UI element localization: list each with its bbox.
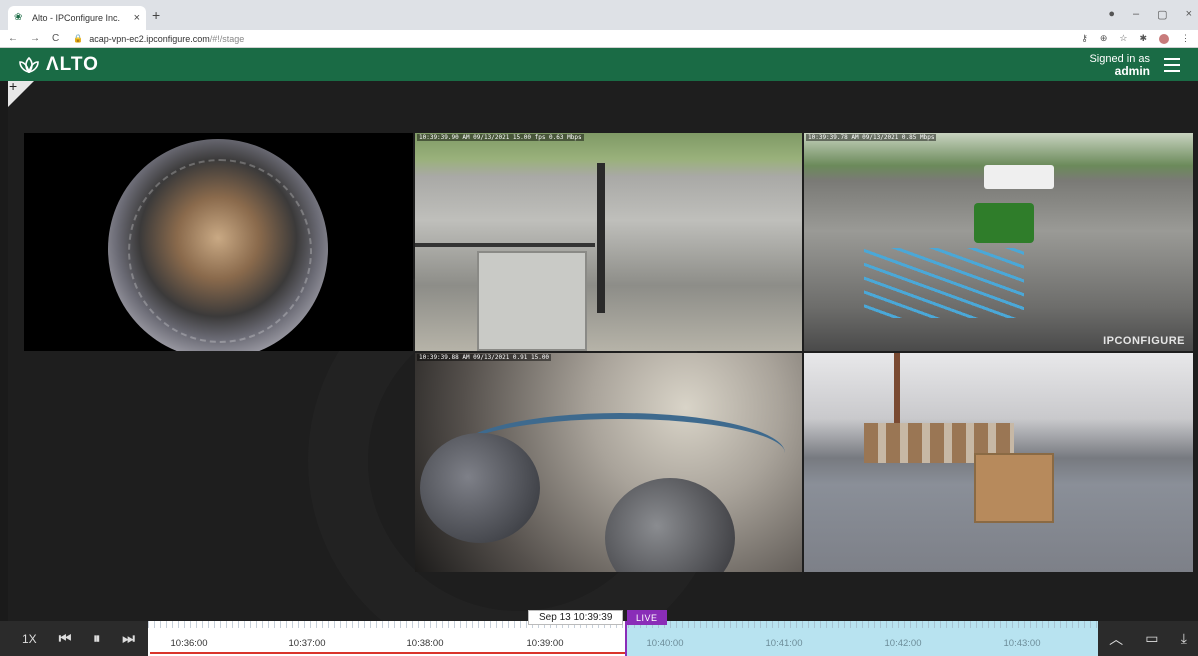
signed-in-label: Signed in as <box>1089 52 1150 65</box>
timeline-label: 10:39:00 <box>526 638 564 649</box>
green-tractor <box>974 203 1034 243</box>
menu-dots-icon[interactable]: ⋮ <box>1181 33 1190 44</box>
live-badge[interactable]: LIVE <box>627 610 667 625</box>
maximize-button[interactable]: ▢ <box>1157 8 1167 21</box>
forward-button[interactable]: → <box>30 33 40 44</box>
star-icon[interactable]: ☆ <box>1119 33 1127 44</box>
lock-icon[interactable]: 🔒 <box>73 34 83 43</box>
logo-text: ΛLTO <box>46 53 99 75</box>
warehouse-camera-tile[interactable] <box>804 353 1193 572</box>
timeline-right-controls: ︿ ▭ ⤓ <box>1098 621 1198 656</box>
timeline-cursor-time: Sep 13 10:39:39 <box>528 610 624 625</box>
alto-logo[interactable]: ΛLTO <box>18 54 99 76</box>
camera-overlay-text: 10:39:39.90 AM 09/13/2021 15.00 fps 0.63… <box>417 134 584 141</box>
camera-stage: + 10:39:39.90 AM 09/13/2021 15.00 fps 0.… <box>8 81 1198 621</box>
timeline-label: 10:42:00 <box>884 638 922 649</box>
address-bar[interactable]: acap-vpn-ec2.ipconfigure.com/#!/stage <box>89 34 1081 44</box>
browser-tab-title: Alto - IPConfigure Inc. <box>32 13 121 23</box>
closeup-camera-tile[interactable]: 10:39:39.88 AM 09/13/2021 0.91 15.00 <box>415 353 802 572</box>
alto-logo-icon <box>19 56 39 73</box>
app-header: ΛLTO Signed in as admin <box>0 48 1198 81</box>
playback-speed-button[interactable]: 1X <box>22 632 37 646</box>
alto-favicon-icon: ❀ <box>14 12 23 23</box>
window-controls: ● – ▢ × <box>1108 8 1192 21</box>
utility-box <box>477 251 587 351</box>
playback-timeline: 1X ⏮ ⏸ ⏭ 10:36:00 10:37:00 10:38:00 10:3… <box>0 621 1198 656</box>
fisheye-camera-tile[interactable] <box>24 133 413 351</box>
back-button[interactable]: ← <box>8 33 18 44</box>
add-camera-icon[interactable]: + <box>9 81 17 94</box>
new-tab-button[interactable]: + <box>152 7 160 23</box>
key-icon[interactable]: ⚷ <box>1081 33 1088 44</box>
camera-dome <box>420 433 540 543</box>
url-path: /#!/stage <box>209 33 245 44</box>
timeline-label: 10:40:00 <box>646 638 684 649</box>
zoom-icon[interactable]: ⊕ <box>1100 33 1108 44</box>
parking-lot-camera-2-tile[interactable]: 10:39:39.78 AM 09/13/2021 0.85 Mbps IPCO… <box>804 133 1193 351</box>
download-icon[interactable]: ⤓ <box>1181 630 1187 647</box>
skip-back-icon[interactable]: ⏮ <box>59 630 72 647</box>
skip-forward-icon[interactable]: ⏭ <box>122 630 135 647</box>
cardboard-boxes <box>974 453 1054 523</box>
camera-overlay-text: 10:39:39.78 AM 09/13/2021 0.85 Mbps <box>806 134 937 141</box>
recorded-bar <box>150 652 625 654</box>
tab-close-icon[interactable]: × <box>134 12 140 24</box>
browser-tab[interactable]: ❀ Alto - IPConfigure Inc. × <box>8 6 146 30</box>
timeline-label: 10:37:00 <box>288 638 326 649</box>
fisheye-view <box>108 139 328 351</box>
handicap-parking-lines <box>864 248 1024 318</box>
live-position-marker[interactable] <box>625 621 627 656</box>
username: admin <box>1114 63 1150 78</box>
hamburger-menu-icon[interactable] <box>1164 57 1180 72</box>
chevron-up-icon[interactable]: ︿ <box>1109 629 1123 649</box>
browser-toolbar-icons: ⚷ ⊕ ☆ ✱ ⋮ <box>1081 33 1190 44</box>
timeline-label: 10:38:00 <box>406 638 444 649</box>
timeline-track[interactable]: 10:36:00 10:37:00 10:38:00 10:39:00 10:4… <box>148 621 1098 656</box>
ipconfigure-watermark: IPCONFIGURE <box>1103 335 1185 347</box>
timeline-label: 10:43:00 <box>1003 638 1041 649</box>
browser-nav: ← → C <box>8 33 59 44</box>
pause-icon[interactable]: ⏸ <box>93 630 100 647</box>
parking-lot-camera-1-tile[interactable]: 10:39:39.90 AM 09/13/2021 15.00 fps 0.63… <box>415 133 802 351</box>
pickup-truck <box>984 165 1054 189</box>
timeline-label: 10:36:00 <box>170 638 208 649</box>
extensions-icon[interactable]: ✱ <box>1139 33 1147 44</box>
window-close-button[interactable]: × <box>1186 8 1192 21</box>
reload-button[interactable]: C <box>52 33 59 44</box>
minimize-button[interactable]: – <box>1133 8 1139 21</box>
profile-avatar[interactable] <box>1159 33 1169 44</box>
signed-in-info: Signed in as admin <box>1089 53 1150 77</box>
timeline-label: 10:41:00 <box>765 638 803 649</box>
address-bar-row: ← → C 🔒 acap-vpn-ec2.ipconfigure.com/#!/… <box>0 30 1198 48</box>
playback-controls: 1X ⏮ ⏸ ⏭ <box>0 621 148 656</box>
profile-dot-icon[interactable]: ● <box>1108 8 1115 21</box>
camera-overlay-text: 10:39:39.88 AM 09/13/2021 0.91 15.00 <box>417 354 552 361</box>
browser-tab-bar: ❀ Alto - IPConfigure Inc. × + ● – ▢ × <box>0 0 1198 30</box>
light-pole <box>597 163 605 313</box>
calendar-icon[interactable]: ▭ <box>1145 630 1158 647</box>
url-host: acap-vpn-ec2.ipconfigure.com <box>89 33 210 44</box>
